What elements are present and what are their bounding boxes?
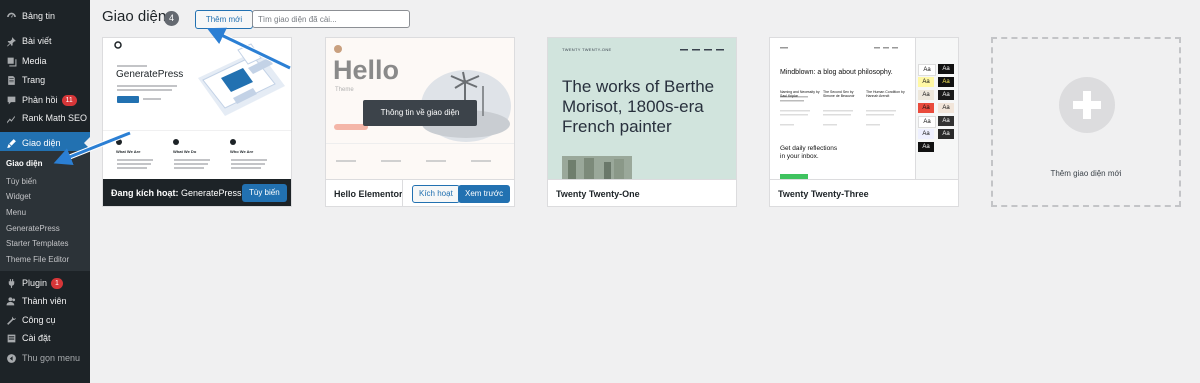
arrow-to-themes-submenu xyxy=(53,130,131,166)
arrow-to-add-new-button xyxy=(206,27,292,71)
annotation-arrows xyxy=(53,27,292,166)
